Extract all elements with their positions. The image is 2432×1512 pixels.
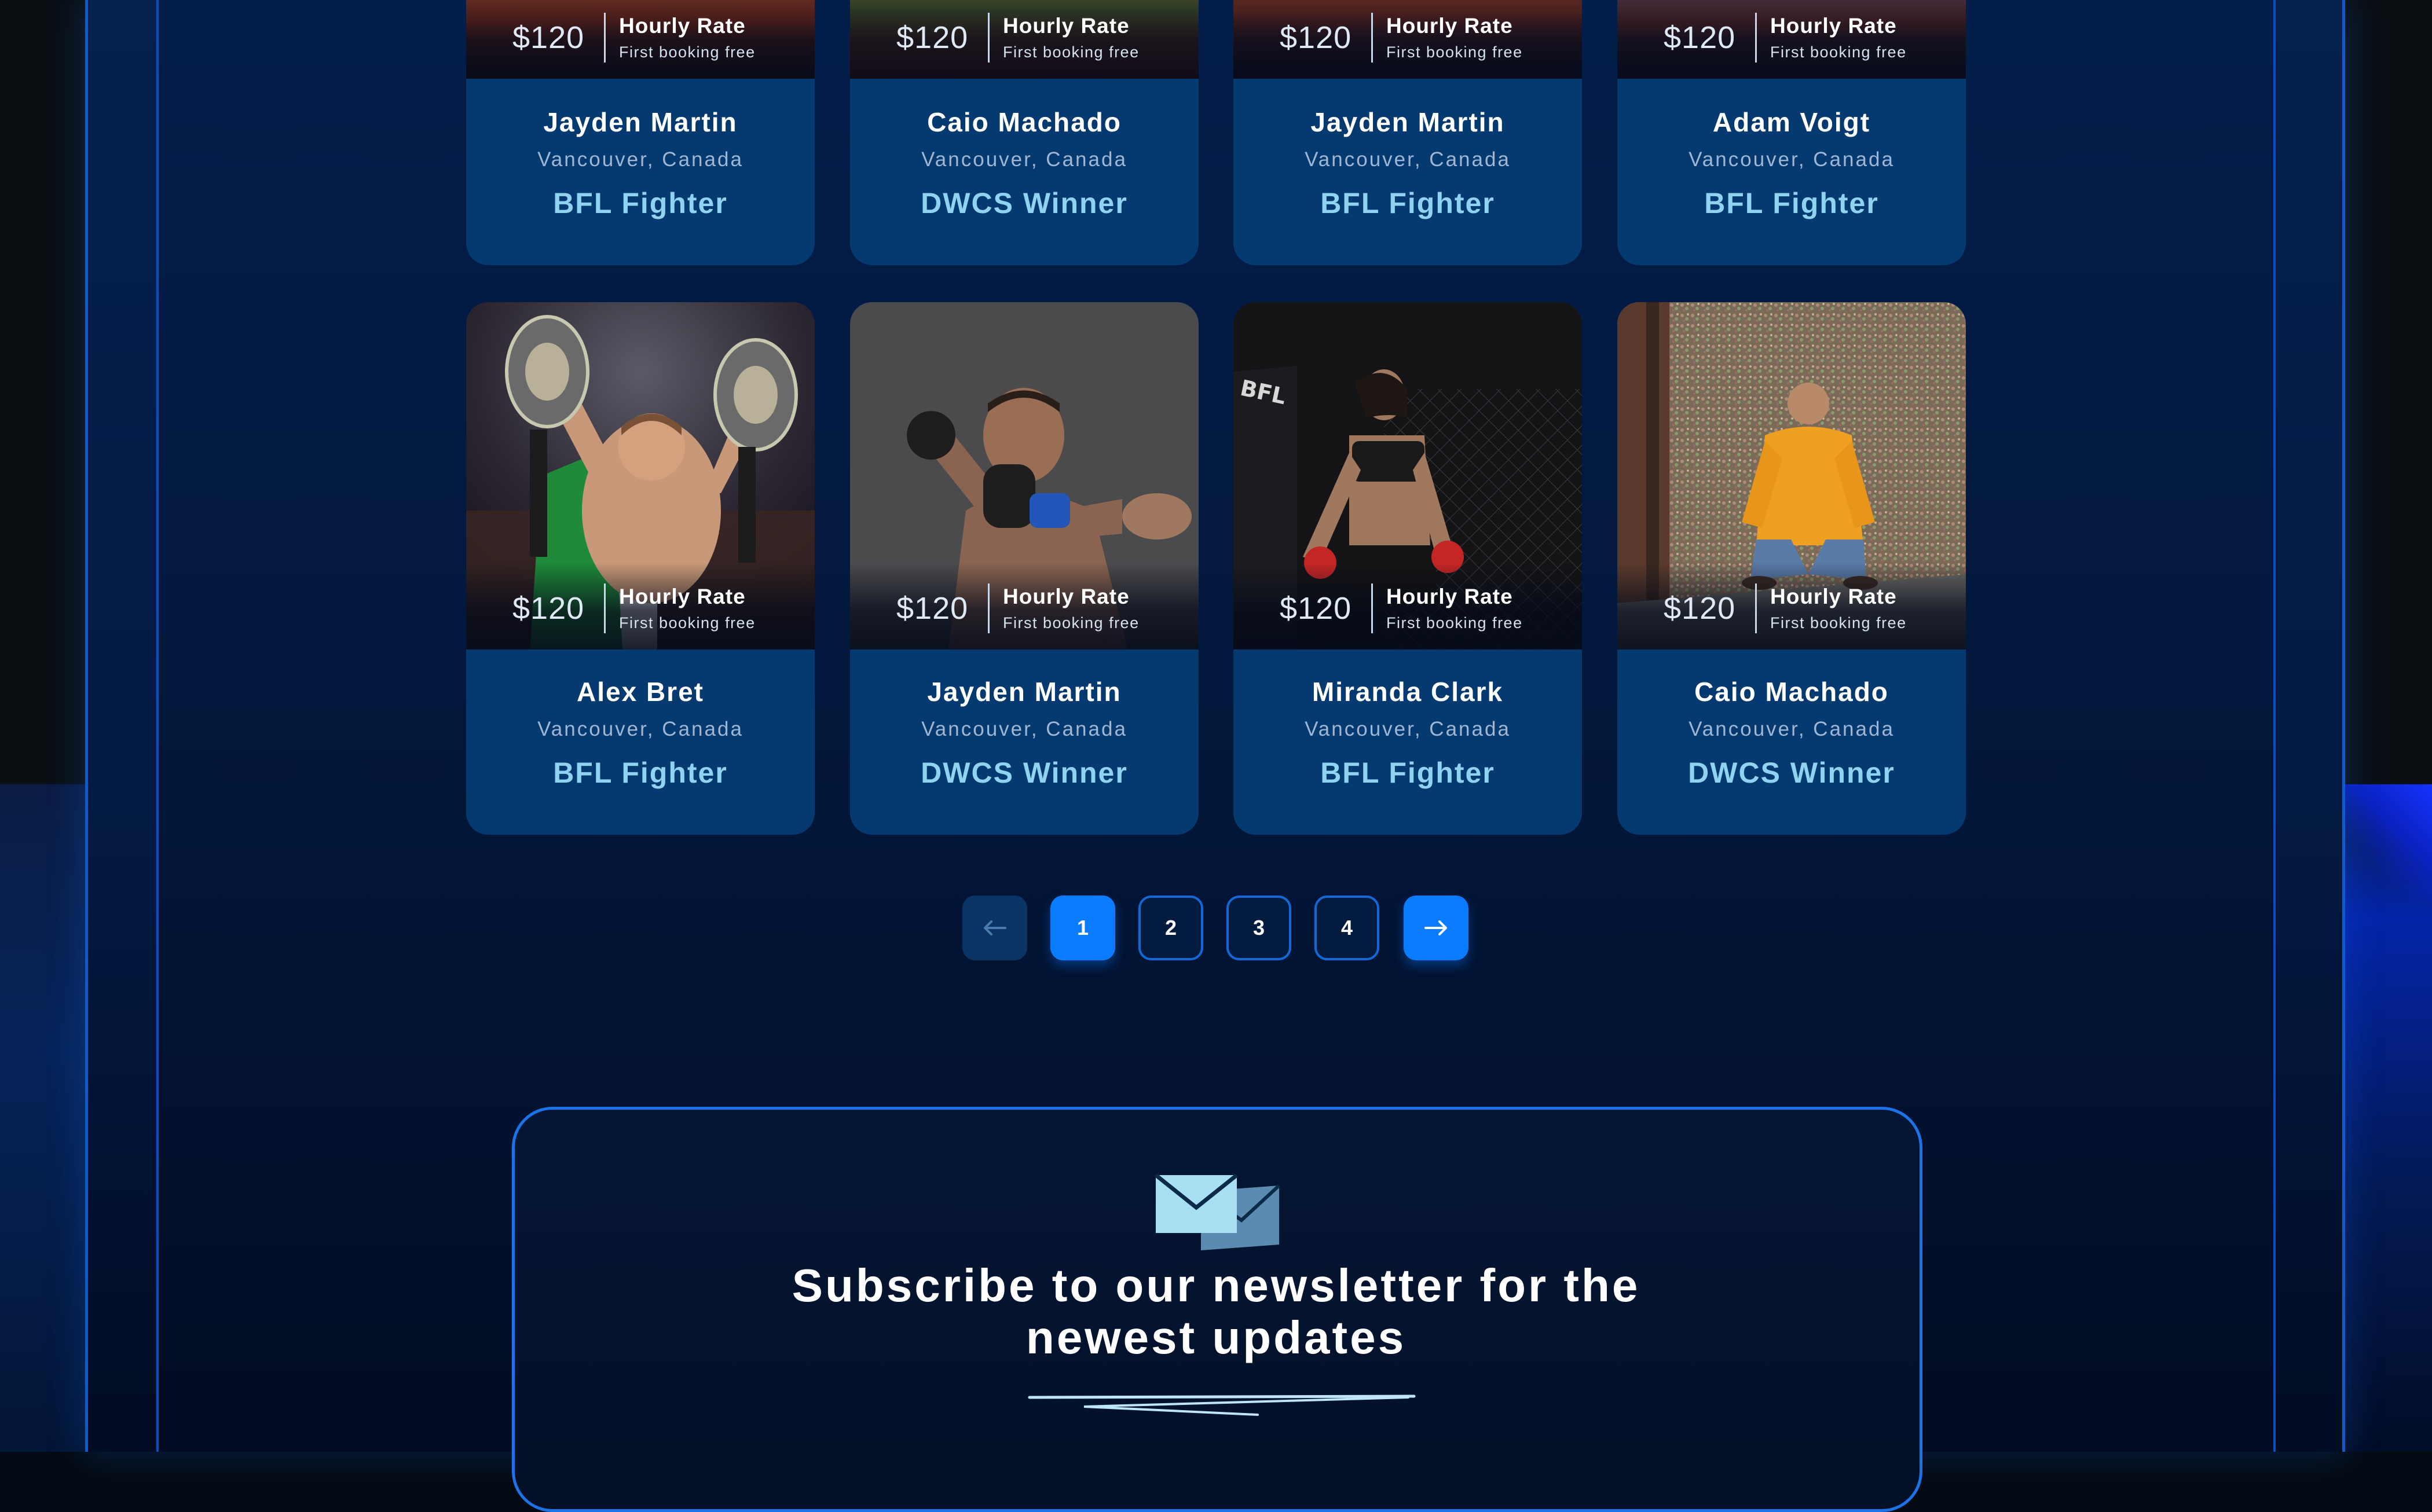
rate-price: $120 (1280, 20, 1352, 55)
page-button-3[interactable]: 3 (1226, 896, 1291, 960)
next-page-button[interactable] (1404, 896, 1468, 960)
rate-subtitle: First booking free (1770, 614, 1907, 632)
rate-subtitle: First booking free (1770, 43, 1907, 61)
fighter-location: Vancouver, Canada (537, 148, 743, 171)
fighter-location: Vancouver, Canada (1305, 148, 1511, 171)
page-button-1[interactable]: 1 (1050, 896, 1115, 960)
fighter-photo: $120 Hourly Rate First booking free (466, 0, 815, 79)
fighter-name: Miranda Clark (1312, 677, 1504, 707)
decorative-underline (1028, 1394, 1416, 1416)
fighter-photo: BFL BFL $120 Hourly Rate First booking f… (1233, 302, 1582, 649)
rate-divider (604, 583, 606, 633)
rate-price: $120 (1664, 20, 1736, 55)
rate-subtitle: First booking free (1003, 43, 1140, 61)
fighter-title: DWCS Winner (921, 757, 1128, 789)
fighter-card-body: Jayden Martin Vancouver, Canada DWCS Win… (850, 651, 1199, 835)
fighter-card[interactable]: $120 Hourly Rate First booking free Caio… (850, 0, 1199, 265)
fighter-location: Vancouver, Canada (921, 148, 1127, 171)
rate-price: $120 (1280, 591, 1352, 626)
fighter-title: BFL Fighter (553, 187, 728, 219)
rate-title: Hourly Rate (619, 585, 746, 608)
fighter-name: Jayden Martin (1310, 107, 1505, 137)
rate-title: Hourly Rate (1770, 585, 1897, 608)
rate-subtitle: First booking free (1003, 614, 1140, 632)
fighter-photo: $120 Hourly Rate First booking free (1617, 302, 1966, 649)
rate-price: $120 (512, 20, 585, 55)
page-button-4[interactable]: 4 (1314, 896, 1379, 960)
fighter-name: Caio Machado (1694, 677, 1889, 707)
fighter-card-body: Caio Machado Vancouver, Canada DWCS Winn… (1617, 651, 1966, 835)
newsletter-heading: Subscribe to our newsletter for the newe… (695, 1260, 1737, 1364)
fighter-name: Adam Voigt (1712, 107, 1871, 137)
rate-divider (988, 583, 990, 633)
fighter-photo: $120 Hourly Rate First booking free (1233, 0, 1582, 79)
envelope-icon (1155, 1174, 1281, 1250)
fighter-card-body: Jayden Martin Vancouver, Canada BFL Figh… (466, 81, 815, 265)
rate-divider (988, 13, 990, 63)
fighter-title: BFL Fighter (1320, 757, 1495, 789)
rate-divider (1371, 583, 1373, 633)
fighter-card[interactable]: $120 Hourly Rate First booking free Jayd… (850, 302, 1199, 835)
rate-subtitle: First booking free (1386, 614, 1523, 632)
rate-price: $120 (896, 591, 969, 626)
rate-price: $120 (512, 591, 585, 626)
rate-divider (604, 13, 606, 63)
rate-subtitle: First booking free (619, 614, 756, 632)
rate-divider (1755, 13, 1757, 63)
page-button-2[interactable]: 2 (1138, 896, 1203, 960)
prev-page-button[interactable] (962, 896, 1027, 960)
rate-divider (1755, 583, 1757, 633)
fighter-card[interactable]: $120 Hourly Rate First booking free Alex… (466, 302, 815, 835)
fighter-card-body: Caio Machado Vancouver, Canada DWCS Winn… (850, 81, 1199, 265)
backdrop-right-wedge (2345, 784, 2432, 900)
fighter-card[interactable]: $120 Hourly Rate First booking free Caio… (1617, 302, 1966, 835)
fighter-title: DWCS Winner (921, 187, 1128, 219)
rate-price: $120 (1664, 591, 1736, 626)
fighter-name: Caio Machado (927, 107, 1122, 137)
fighter-card-body: Alex Bret Vancouver, Canada BFL Fighter (466, 651, 815, 835)
rate-title: Hourly Rate (1386, 14, 1513, 38)
fighter-card[interactable]: $120 Hourly Rate First booking free Adam… (1617, 0, 1966, 265)
fighter-title: BFL Fighter (1704, 187, 1879, 219)
fighter-card-body: Adam Voigt Vancouver, Canada BFL Fighter (1617, 81, 1966, 265)
arrow-left-icon (984, 920, 1006, 935)
newsletter-heading-line-1: Subscribe to our newsletter for the (792, 1260, 1640, 1311)
fighter-photo: $120 Hourly Rate First booking free (1617, 0, 1966, 79)
newsletter-heading-line-2: newest updates (1025, 1312, 1407, 1363)
arrow-right-icon (1424, 920, 1447, 935)
fighter-location: Vancouver, Canada (1305, 718, 1511, 740)
fighter-card[interactable]: BFL BFL $120 Hourly Rate First booking f… (1233, 302, 1582, 835)
fighter-card-body: Miranda Clark Vancouver, Canada BFL Figh… (1233, 651, 1582, 835)
fighter-card[interactable]: $120 Hourly Rate First booking free Jayd… (1233, 0, 1582, 265)
fighter-card[interactable]: $120 Hourly Rate First booking free Jayd… (466, 0, 815, 265)
fighter-location: Vancouver, Canada (921, 718, 1127, 740)
fighter-location: Vancouver, Canada (1689, 148, 1895, 171)
rate-title: Hourly Rate (1386, 585, 1513, 608)
rate-price: $120 (896, 20, 969, 55)
fighter-title: DWCS Winner (1688, 757, 1895, 789)
fighter-name: Jayden Martin (543, 107, 738, 137)
rate-subtitle: First booking free (619, 43, 756, 61)
rate-title: Hourly Rate (619, 14, 746, 38)
rate-title: Hourly Rate (1770, 14, 1897, 38)
fighter-title: BFL Fighter (1320, 187, 1495, 219)
fighter-location: Vancouver, Canada (537, 718, 743, 740)
rate-subtitle: First booking free (1386, 43, 1523, 61)
fighter-name: Jayden Martin (927, 677, 1122, 707)
fighter-card-body: Jayden Martin Vancouver, Canada BFL Figh… (1233, 81, 1582, 265)
rate-title: Hourly Rate (1003, 585, 1130, 608)
fighter-photo: $120 Hourly Rate First booking free (850, 302, 1199, 649)
fighter-name: Alex Bret (577, 677, 704, 707)
rate-title: Hourly Rate (1003, 14, 1130, 38)
rate-divider (1371, 13, 1373, 63)
fighter-photo: $120 Hourly Rate First booking free (850, 0, 1199, 79)
fighter-photo: $120 Hourly Rate First booking free (466, 302, 815, 649)
fighter-location: Vancouver, Canada (1689, 718, 1895, 740)
fighter-title: BFL Fighter (553, 757, 728, 789)
